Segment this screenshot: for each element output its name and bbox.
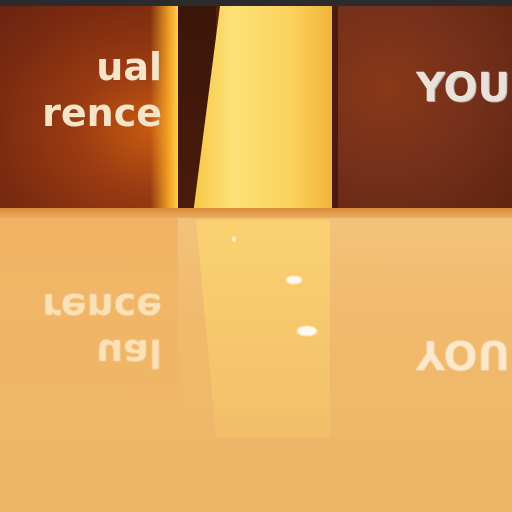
floor-glint	[297, 326, 317, 336]
right-panel-edge	[332, 6, 338, 211]
right-sign-reflection: YOU	[416, 331, 511, 377]
left-sign-line-2: rence	[42, 91, 162, 135]
left-sign-reflection: ual rence	[0, 284, 162, 376]
left-reflection-line-1: ual	[96, 331, 162, 375]
left-sign-line-1: ual	[96, 45, 162, 89]
left-reflection-line-2: rence	[42, 285, 162, 329]
left-sign-text: ual rence	[0, 44, 162, 136]
right-sign-text: YOU	[416, 65, 511, 111]
floor-glint	[232, 236, 236, 242]
stage-scene: ual rence YOU ual rence YOU	[0, 0, 512, 512]
floor-glint	[286, 276, 302, 284]
